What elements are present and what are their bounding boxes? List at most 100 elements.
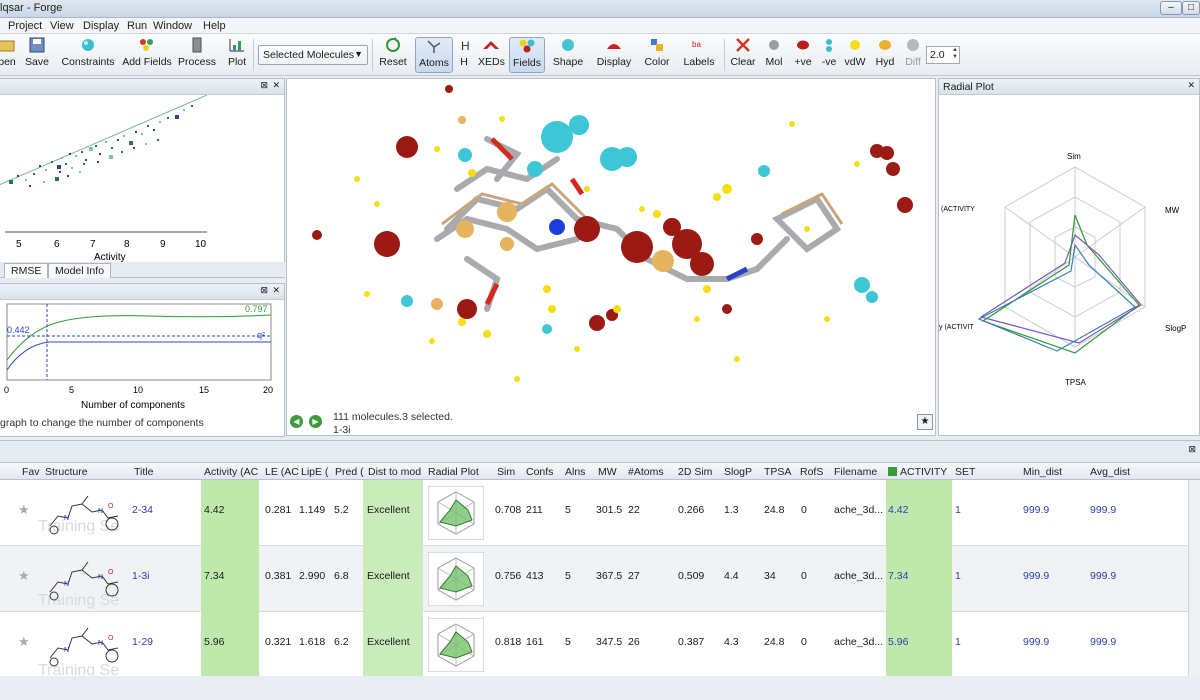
maximize-button[interactable]: □ [1182,1,1200,15]
col-set[interactable]: SET [955,466,975,478]
scatter-point[interactable] [29,185,31,187]
col-alns[interactable]: Alns [565,466,585,478]
scatter-point[interactable] [67,175,69,177]
scatter-point[interactable] [109,155,113,159]
favorite-star-icon[interactable]: ★ [917,414,933,430]
tab-model-info[interactable]: Model Info [48,263,112,278]
molecule-selection-dropdown[interactable]: Selected Molecules ▼ [258,45,368,65]
scatter-point[interactable] [33,173,35,175]
components-plot[interactable]: 0.797 0.442 q² 0 5 10 15 20 Number of co… [0,300,284,418]
negative-button[interactable]: -ve [820,37,838,73]
menu-window[interactable]: Window [153,20,192,32]
process-button[interactable]: Process [178,37,216,73]
scatter-point[interactable] [123,135,125,137]
col-dist[interactable]: Dist to mod [368,466,421,478]
col-lipe[interactable]: LipE ( [301,466,328,478]
scatter-point[interactable] [167,117,169,119]
activity-scatter-plot[interactable]: 5 6 7 8 9 10 Activity [0,95,284,265]
menu-help[interactable]: Help [203,20,226,32]
menu-run[interactable]: Run [127,20,147,32]
scatter-point[interactable] [117,139,119,141]
positive-button[interactable]: +ve [792,37,814,73]
scatter-point[interactable] [129,141,133,145]
hydrophobic-button[interactable]: Hyd [874,37,896,73]
table-row[interactable]: Training Se ★ N N O 2-34 4.42 0.281 1.149 5.2 Exce… [0,480,1200,546]
col-rofs[interactable]: RofS [800,466,823,478]
favorite-star-icon[interactable]: ★ [18,568,30,584]
col-radial[interactable]: Radial Plot [428,466,479,478]
scatter-point[interactable] [145,143,147,145]
col-activity-field[interactable]: ACTIVITY [888,466,947,478]
scatter-point[interactable] [99,153,101,155]
scatter-point[interactable] [71,167,73,169]
scatter-point[interactable] [69,153,71,155]
atoms-button[interactable]: Atoms [415,37,453,73]
col-pred[interactable]: Pred ( [335,466,364,478]
scatter-point[interactable] [175,115,179,119]
scatter-point[interactable] [105,141,107,143]
color-button[interactable]: Color [643,37,671,73]
favorite-star-icon[interactable]: ★ [18,502,30,518]
diff-button[interactable]: Diff [902,37,924,73]
scatter-point[interactable] [133,147,135,149]
col-structure[interactable]: Structure [45,466,88,478]
menu-project[interactable]: Project [8,20,42,32]
scatter-point[interactable] [191,105,193,107]
scatter-point[interactable] [89,147,93,151]
previous-arrow-icon[interactable]: ◀ [290,415,303,428]
save-button[interactable]: Save [24,37,50,73]
table-vertical-scrollbar[interactable] [1188,480,1200,676]
scatter-point[interactable] [121,151,123,153]
col-title[interactable]: Title [134,466,153,478]
col-sim[interactable]: Sim [497,466,515,478]
table-row[interactable]: Training Se ★ N N O 1-29 5.96 0.321 1.618 6.2 Exce… [0,612,1200,679]
scatter-point[interactable] [147,125,149,127]
pin-icon[interactable]: ⊠ [260,80,268,91]
scatter-point[interactable] [157,139,159,141]
scatter-point[interactable] [61,157,63,159]
col-confs[interactable]: Confs [526,466,553,478]
scatter-point[interactable] [45,169,47,171]
next-arrow-icon[interactable]: ▶ [309,415,322,428]
scatter-point[interactable] [135,131,137,133]
tab-rmse[interactable]: RMSE [4,263,49,278]
scatter-point[interactable] [43,181,45,183]
scatter-point[interactable] [159,121,161,123]
molecule-3d-viewport[interactable] [286,78,936,436]
scatter-point[interactable] [79,171,81,173]
constraints-button[interactable]: Constraints [60,37,116,73]
vdw-button[interactable]: vdW [844,37,866,73]
scatter-point[interactable] [55,177,59,181]
scatter-point[interactable] [39,165,41,167]
shape-button[interactable]: Shape [552,37,584,73]
scatter-point[interactable] [75,155,77,157]
col-mw[interactable]: MW [598,466,617,478]
pin-icon[interactable]: ⊠ [1188,444,1196,455]
field-size-spinner[interactable]: 2.0 ▲ ▼ [926,46,960,64]
plot-button[interactable]: Plot [224,37,250,73]
scatter-point[interactable] [65,163,67,165]
table-row[interactable]: Training Se ★ N N O 1-3i 7.34 0.381 2.990 6.8 Exce… [0,546,1200,612]
mol-button[interactable]: Mol [764,37,784,73]
scatter-point[interactable] [141,133,143,135]
minimize-button[interactable]: – [1160,1,1182,15]
scatter-point[interactable] [17,175,19,177]
close-icon[interactable]: ✕ [272,80,280,91]
reset-button[interactable]: Reset [378,37,408,73]
col-filename[interactable]: Filename [834,466,877,478]
menu-view[interactable]: View [50,20,74,32]
scatter-point[interactable] [25,179,27,181]
scatter-point[interactable] [95,145,97,147]
scatter-point[interactable] [97,161,99,163]
col-activity[interactable]: Activity (AC [204,466,258,478]
favorite-star-icon[interactable]: ★ [18,634,30,650]
scatter-point[interactable] [9,180,13,184]
close-icon[interactable]: ✕ [1187,80,1195,91]
fields-button[interactable]: Fields [509,37,545,73]
scatter-point[interactable] [111,147,113,149]
scatter-point[interactable] [81,151,83,153]
col-avg-dist[interactable]: Avg_dist [1090,466,1130,478]
hydrogen-button[interactable]: H H [456,37,472,73]
spin-arrows-icon[interactable]: ▲ ▼ [952,47,958,61]
col-slogp[interactable]: SlogP [724,466,752,478]
